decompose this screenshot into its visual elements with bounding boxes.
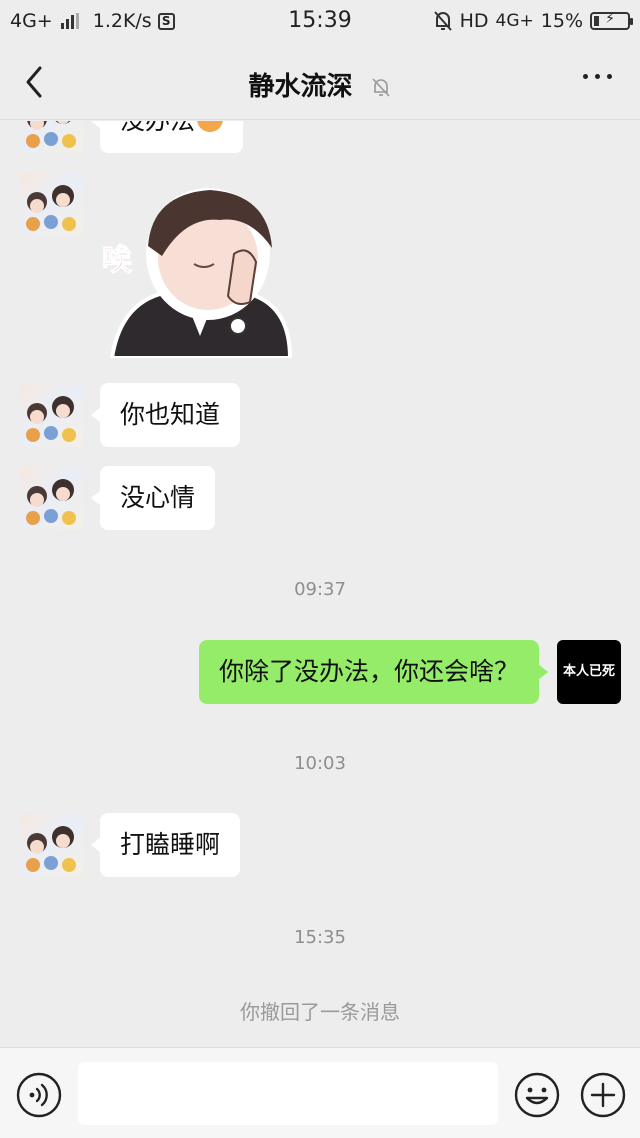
battery-icon: ⚡ [590, 11, 633, 30]
dot [595, 74, 600, 79]
avatar-illustration [26, 826, 76, 872]
title-wrap: 静水流深 [0, 66, 640, 103]
avatar-illustration [26, 121, 76, 148]
dot [583, 74, 588, 79]
status-right: HD 4G+ 15% ⚡ [433, 10, 633, 32]
incoming-bubble[interactable]: 没心情 [90, 466, 216, 530]
message-text: 打瞌睡啊 [120, 830, 221, 859]
status-bar: 4G+ 1.2K/s S 15:39 HD 4G+ 15% ⚡ [0, 0, 640, 44]
message-text: 没心情 [120, 483, 196, 512]
avatar-illustration [26, 185, 76, 231]
contact-avatar[interactable] [19, 383, 83, 447]
contact-avatar[interactable] [19, 466, 83, 530]
plus-icon[interactable] [580, 1072, 626, 1118]
charging-icon: ⚡ [605, 11, 615, 27]
avatar-illustration [26, 479, 76, 525]
contact-avatar[interactable] [19, 172, 83, 236]
message-text: 你除了没办法，你还会啥？ [218, 657, 519, 686]
battery-percent: 15% [540, 10, 583, 32]
network-label-2: 4G+ [495, 11, 534, 31]
chat-header: 静水流深 [0, 44, 640, 120]
dot [607, 74, 612, 79]
message-input[interactable] [78, 1062, 498, 1125]
chat-screen: 4G+ 1.2K/s S 15:39 HD 4G+ 15% ⚡ 静水流深 唉 你… [0, 0, 640, 1138]
bell-off-icon [433, 11, 452, 31]
incoming-bubble[interactable]: 你也知道 [90, 383, 241, 447]
voice-icon[interactable] [16, 1072, 62, 1118]
time-label: 09:37 [294, 579, 346, 600]
hd-label: HD [459, 10, 489, 32]
time-label: 15:35 [294, 927, 346, 948]
chat-title: 静水流深 [248, 72, 353, 102]
avatar-illustration [26, 396, 76, 442]
sticker-image[interactable]: 唉 [100, 176, 300, 358]
incoming-bubble[interactable]: 没办法 [90, 121, 244, 153]
sticker-text: 唉 [102, 243, 133, 278]
more-horizontal-icon[interactable] [583, 74, 612, 79]
bell-muted-icon [371, 78, 390, 97]
recall-notice: 你撤回了一条消息 [240, 1000, 400, 1024]
message-text: 没办法 [120, 121, 195, 135]
contact-avatar[interactable] [19, 121, 83, 153]
input-bar [0, 1047, 640, 1138]
frowning-face-emoji [197, 121, 224, 132]
self-avatar[interactable]: 本人已死 [557, 640, 621, 704]
emoji-icon[interactable] [514, 1072, 560, 1118]
time-label: 10:03 [294, 753, 346, 774]
message-text: 你也知道 [120, 400, 221, 429]
outgoing-bubble[interactable]: 你除了没办法，你还会啥？ [198, 640, 549, 704]
message-list[interactable]: 没办法 唉 [0, 121, 640, 1047]
contact-avatar[interactable] [19, 813, 83, 877]
incoming-bubble[interactable]: 打瞌睡啊 [90, 813, 241, 877]
